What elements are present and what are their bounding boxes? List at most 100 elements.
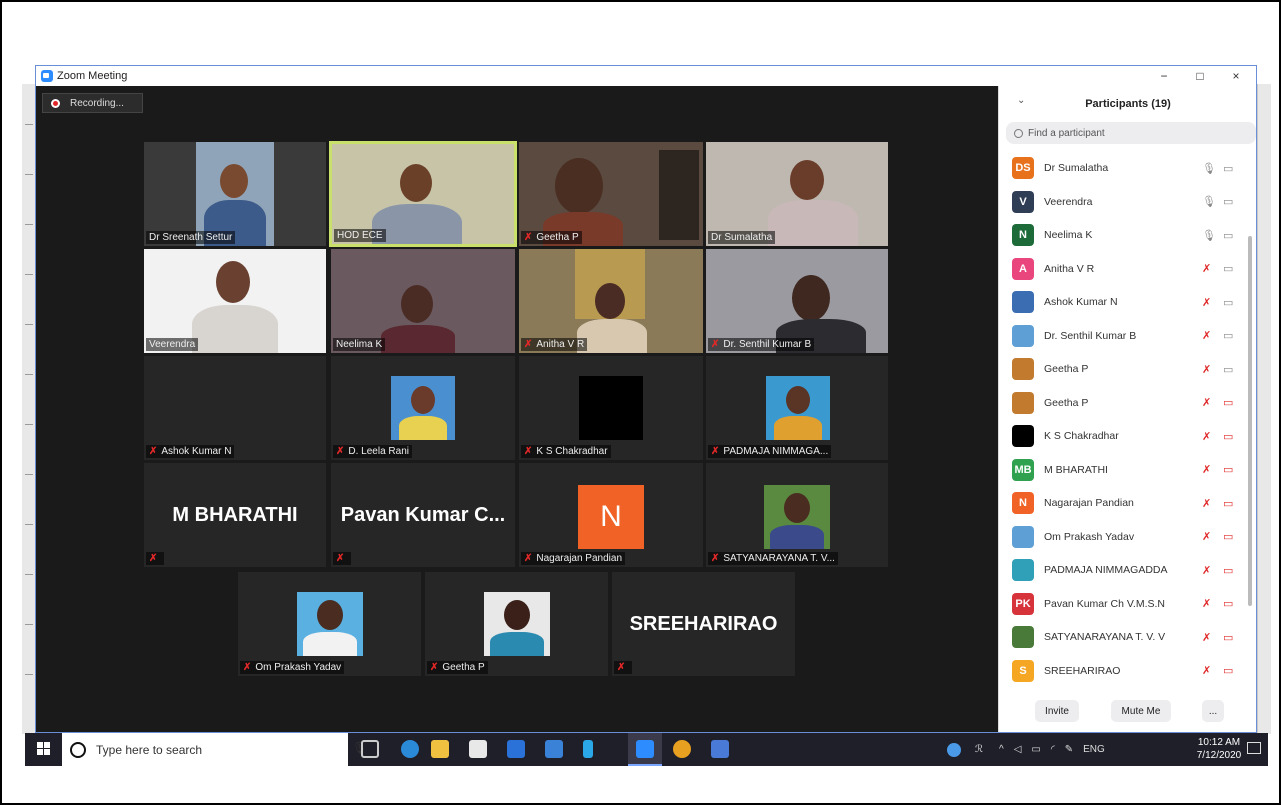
chevron-up-icon[interactable]: ^ bbox=[999, 744, 1004, 755]
chrome-icon[interactable] bbox=[673, 740, 691, 758]
people-icon[interactable]: ℛ bbox=[975, 744, 983, 755]
video-icon[interactable]: ▭ bbox=[1223, 296, 1233, 309]
mic-muted-icon[interactable]: ✗ bbox=[1202, 497, 1211, 510]
wifi-icon[interactable]: ◜ bbox=[1051, 744, 1055, 755]
mic-muted-icon[interactable]: ✗ bbox=[1202, 530, 1211, 543]
participant-row[interactable]: N Neelima K 🎙 ▭ bbox=[999, 219, 1249, 251]
participant-row[interactable]: MB M BHARATHI ✗ ▭ bbox=[999, 454, 1249, 486]
video-tile[interactable]: ✗ SATYANARAYANA T. V... bbox=[706, 463, 888, 567]
participant-row[interactable]: A Anitha V R ✗ ▭ bbox=[999, 253, 1249, 285]
video-tile[interactable]: SREEHARIRAO ✗ bbox=[612, 572, 795, 676]
video-tile[interactable]: ✗ PADMAJA NIMMAGA... bbox=[706, 356, 888, 460]
video-off-icon[interactable]: ▭ bbox=[1223, 564, 1233, 577]
video-icon[interactable]: ▭ bbox=[1223, 363, 1233, 376]
participants-scrollbar[interactable] bbox=[1248, 236, 1252, 606]
video-tile-active-speaker[interactable]: HOD ECE bbox=[329, 141, 517, 247]
video-tile[interactable]: Dr Sumalatha bbox=[706, 142, 888, 246]
file-explorer-icon[interactable] bbox=[431, 740, 449, 758]
video-tile[interactable]: ✗ Om Prakash Yadav bbox=[238, 572, 421, 676]
vscode-icon[interactable] bbox=[583, 740, 593, 758]
dropbox-icon[interactable] bbox=[507, 740, 525, 758]
task-view-icon[interactable] bbox=[361, 740, 379, 758]
close-button[interactable]: × bbox=[1218, 66, 1254, 86]
mic-muted-icon[interactable]: ✗ bbox=[1202, 564, 1211, 577]
mic-muted-icon[interactable]: ✗ bbox=[1202, 396, 1211, 409]
mic-muted-icon[interactable]: ✗ bbox=[1202, 329, 1211, 342]
mic-muted-icon[interactable]: ✗ bbox=[1202, 463, 1211, 476]
video-icon[interactable]: ▭ bbox=[1223, 229, 1233, 242]
taskbar-clock[interactable]: 10:12 AM 7/12/2020 bbox=[1195, 736, 1243, 762]
participant-row[interactable]: V Veerendra 🎙 ▭ bbox=[999, 186, 1249, 218]
video-tile[interactable]: ✗ D. Leela Rani bbox=[331, 356, 515, 460]
invite-button[interactable]: Invite bbox=[1035, 700, 1079, 722]
store-icon[interactable] bbox=[469, 740, 487, 758]
video-off-icon[interactable]: ▭ bbox=[1223, 430, 1233, 443]
windows-start-icon[interactable] bbox=[37, 742, 51, 756]
help-icon[interactable] bbox=[947, 742, 961, 757]
participant-row[interactable]: SATYANARAYANA T. V. V ✗ ▭ bbox=[999, 621, 1249, 653]
recording-indicator[interactable]: Recording... bbox=[42, 93, 143, 113]
more-button[interactable]: ... bbox=[1202, 700, 1224, 722]
edge-icon[interactable] bbox=[401, 740, 419, 758]
maximize-button[interactable]: □ bbox=[1182, 66, 1218, 86]
participant-row[interactable]: Geetha P ✗ ▭ bbox=[999, 353, 1249, 385]
video-tile[interactable]: Pavan Kumar C... ✗ bbox=[331, 463, 515, 567]
mic-icon[interactable]: 🎙 bbox=[1202, 229, 1216, 242]
video-tile[interactable]: ✗ Geetha P bbox=[519, 142, 703, 246]
video-tile[interactable]: ✗ Geetha P bbox=[425, 572, 608, 676]
participant-row[interactable]: PK Pavan Kumar Ch V.M.S.N ✗ ▭ bbox=[999, 588, 1249, 620]
participant-row[interactable]: DS Dr Sumalatha 🎙 ▭ bbox=[999, 152, 1249, 184]
notification-icon[interactable] bbox=[1247, 742, 1261, 754]
minimize-button[interactable]: − bbox=[1146, 66, 1182, 86]
participant-row[interactable]: PADMAJA NIMMAGADDA ✗ ▭ bbox=[999, 554, 1249, 586]
mic-muted-icon[interactable]: ✗ bbox=[1202, 363, 1211, 376]
video-tile[interactable]: ✗ Anitha V R bbox=[519, 249, 703, 353]
participant-row[interactable]: K S Chakradhar ✗ ▭ bbox=[999, 420, 1249, 452]
video-tile[interactable]: ✗ K S Chakradhar bbox=[519, 356, 703, 460]
video-icon[interactable]: ▭ bbox=[1223, 262, 1233, 275]
mute-me-button[interactable]: Mute Me bbox=[1111, 700, 1171, 722]
mail-icon[interactable] bbox=[545, 740, 563, 758]
video-tile[interactable]: Dr Sreenath Settur bbox=[144, 142, 326, 246]
video-off-icon[interactable]: ▭ bbox=[1223, 396, 1233, 409]
pen-icon[interactable]: ✎ bbox=[1065, 744, 1073, 755]
mic-muted-icon[interactable]: ✗ bbox=[1202, 631, 1211, 644]
video-tile[interactable]: N ✗ Nagarajan Pandian bbox=[519, 463, 703, 567]
video-tile[interactable]: ✗ Dr. Senthil Kumar B bbox=[706, 249, 888, 353]
video-off-icon[interactable]: ▭ bbox=[1223, 497, 1233, 510]
participant-row[interactable]: Geetha P ✗ ▭ bbox=[999, 387, 1249, 419]
video-icon[interactable]: ▭ bbox=[1223, 329, 1233, 342]
mic-muted-icon[interactable]: ✗ bbox=[1202, 664, 1211, 677]
participant-row[interactable]: Ashok Kumar N ✗ ▭ bbox=[999, 286, 1249, 318]
volume-icon[interactable]: ◁ bbox=[1014, 744, 1022, 755]
video-icon[interactable]: ▭ bbox=[1223, 162, 1233, 175]
video-off-icon[interactable]: ▭ bbox=[1223, 530, 1233, 543]
video-off-icon[interactable]: ▭ bbox=[1223, 664, 1233, 677]
participant-row[interactable]: S SREEHARIRAO ✗ ▭ bbox=[999, 655, 1249, 687]
mic-muted-icon[interactable]: ✗ bbox=[1202, 430, 1211, 443]
mic-icon[interactable]: 🎙 bbox=[1202, 162, 1216, 175]
video-tile[interactable]: Neelima K bbox=[331, 249, 515, 353]
mic-muted-icon[interactable]: ✗ bbox=[1202, 296, 1211, 309]
video-off-icon[interactable]: ▭ bbox=[1223, 631, 1233, 644]
mic-muted-icon[interactable]: ✗ bbox=[1202, 262, 1211, 275]
participant-row[interactable]: Om Prakash Yadav ✗ ▭ bbox=[999, 521, 1249, 553]
participant-avatar bbox=[1012, 626, 1034, 648]
participant-name: Ashok Kumar N bbox=[1044, 296, 1118, 308]
outlook-icon[interactable] bbox=[711, 740, 729, 758]
video-tile[interactable]: ✗ Ashok Kumar N bbox=[144, 356, 326, 460]
mic-muted-icon[interactable]: ✗ bbox=[1202, 597, 1211, 610]
taskbar-search-box[interactable]: Type here to search 🎙 bbox=[62, 733, 367, 766]
video-off-icon[interactable]: ▭ bbox=[1223, 597, 1233, 610]
battery-icon[interactable]: ▭ bbox=[1031, 744, 1040, 755]
video-icon[interactable]: ▭ bbox=[1223, 195, 1233, 208]
participant-row[interactable]: N Nagarajan Pandian ✗ ▭ bbox=[999, 487, 1249, 519]
video-off-icon[interactable]: ▭ bbox=[1223, 463, 1233, 476]
mic-icon[interactable]: 🎙 bbox=[1202, 195, 1216, 208]
video-tile[interactable]: M BHARATHI ✗ bbox=[144, 463, 326, 567]
video-tile[interactable]: Veerendra bbox=[144, 249, 326, 353]
language-indicator[interactable]: ENG bbox=[1083, 744, 1105, 755]
participant-search-input[interactable]: Find a participant bbox=[1006, 122, 1256, 144]
participant-row[interactable]: Dr. Senthil Kumar B ✗ ▭ bbox=[999, 320, 1249, 352]
zoom-taskbar-button[interactable] bbox=[628, 733, 662, 766]
